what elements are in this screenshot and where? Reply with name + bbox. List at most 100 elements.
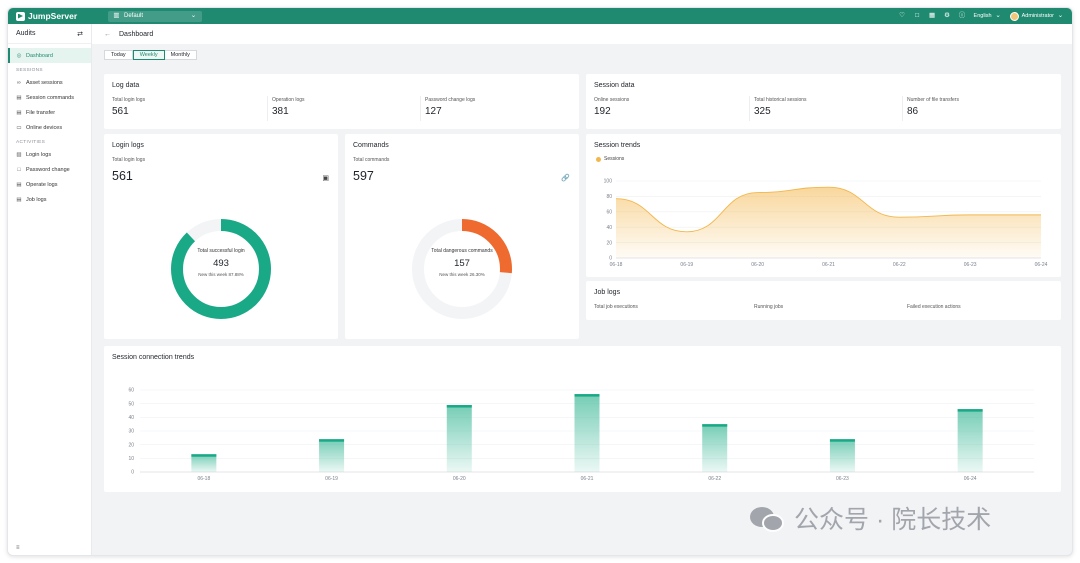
sidebar-item-login-logs[interactable]: ▨ Login logs bbox=[8, 147, 91, 162]
connection-trends-card: Session connection trends 0 10 20 30 40 50 60 0… bbox=[104, 346, 1061, 492]
tab-today[interactable]: Today bbox=[104, 50, 133, 60]
dashboard-icon: ◎ bbox=[16, 52, 22, 59]
card-title: Session data bbox=[594, 82, 635, 89]
donut-note: New this week 26.30% bbox=[439, 272, 485, 277]
help-icon[interactable]: ⓘ bbox=[959, 12, 966, 20]
sidebar-item-label: Password change bbox=[26, 166, 70, 173]
sidebar-section-activities: ACTIVITIES bbox=[16, 140, 46, 145]
x-tick-label: 06-24 bbox=[1035, 262, 1048, 268]
sidebar-item-label: Job logs bbox=[26, 196, 47, 203]
sidebar-item-label: Asset sessions bbox=[26, 79, 63, 86]
stat-label: Total login logs bbox=[112, 97, 146, 103]
stat-password-change-logs: Password change logs 127 bbox=[425, 97, 475, 117]
y-tick-label: 60 bbox=[128, 388, 134, 394]
bar-cap bbox=[319, 439, 345, 442]
commands-donut-chart bbox=[412, 219, 512, 319]
donut-value: 157 bbox=[454, 258, 470, 269]
organization-select[interactable]: ▥ Default ⌄ bbox=[108, 10, 202, 22]
sidebar-item-operate-logs[interactable]: ▤ Operate logs bbox=[8, 177, 91, 192]
job-icon: ▤ bbox=[16, 196, 22, 203]
tab-weekly[interactable]: Weekly bbox=[132, 50, 165, 60]
x-tick-label: 06-22 bbox=[708, 476, 721, 482]
sidebar-item-password-change[interactable]: □ Password change bbox=[8, 162, 91, 177]
language-select[interactable]: English ⌄ bbox=[973, 12, 1002, 20]
sidebar-item-file-transfer[interactable]: ▤ File transfer bbox=[8, 105, 91, 120]
sidebar-item-job-logs[interactable]: ▤ Job logs bbox=[8, 192, 91, 207]
y-tick-label: 20 bbox=[606, 240, 612, 246]
stat-label: Password change logs bbox=[425, 97, 476, 103]
settings-gear-icon[interactable]: ⚙ bbox=[944, 12, 951, 20]
stat-label: Online sessions bbox=[594, 97, 630, 103]
sidebar-section-sessions: SESSIONS bbox=[16, 68, 43, 73]
sidebar-header: Audits ⇄ bbox=[8, 24, 91, 44]
y-tick-label: 40 bbox=[128, 415, 134, 421]
bar bbox=[702, 424, 728, 472]
stat-online-sessions: Online sessions 192 bbox=[594, 97, 629, 117]
sidebar-item-asset-sessions[interactable]: ∞ Asset sessions bbox=[8, 75, 91, 90]
log-data-card: Log data Total login logs 561 Operation … bbox=[104, 74, 579, 129]
back-arrow-icon[interactable]: ← bbox=[104, 31, 111, 38]
x-tick-label: 06-23 bbox=[836, 476, 849, 482]
operate-icon: ▤ bbox=[16, 181, 22, 188]
bar-cap bbox=[191, 454, 217, 457]
file-manager-icon[interactable]: ▦ bbox=[929, 12, 936, 20]
terminal-icon: ▤ bbox=[16, 94, 22, 101]
sidebar-title: Audits bbox=[16, 30, 36, 37]
sidebar-item-session-commands[interactable]: ▤ Session commands bbox=[8, 90, 91, 105]
sidebar-item-label: Dashboard bbox=[26, 52, 53, 59]
x-tick-label: 06-24 bbox=[964, 476, 977, 482]
y-tick-label: 50 bbox=[128, 401, 134, 407]
organization-value: Default bbox=[124, 13, 144, 19]
y-tick-label: 80 bbox=[606, 194, 612, 200]
divider bbox=[420, 96, 421, 121]
bar-cap bbox=[957, 409, 983, 412]
collapse-sidebar-icon[interactable]: ≡ bbox=[16, 545, 20, 551]
stat-operation-logs: Operation logs 381 bbox=[272, 97, 305, 117]
sidebar-item-label: Operate logs bbox=[26, 181, 58, 188]
app-logo[interactable]: JumpServer bbox=[16, 11, 108, 21]
language-value: English bbox=[973, 13, 992, 19]
divider bbox=[267, 96, 268, 121]
login-icon: ▨ bbox=[16, 151, 22, 158]
y-tick-label: 60 bbox=[606, 210, 612, 216]
commands-card: Commands Total commands 597 🔗 Total dang… bbox=[345, 134, 579, 339]
web-terminal-icon[interactable]: □ bbox=[914, 12, 921, 20]
bar-cap bbox=[829, 439, 855, 442]
y-tick-label: 100 bbox=[604, 179, 613, 185]
user-name: Administrator bbox=[1021, 13, 1054, 19]
stat-failed-execution-actions: Failed execution actions bbox=[907, 304, 961, 310]
main-content: ← Dashboard Today Weekly Monthly Log dat… bbox=[92, 24, 1072, 555]
stat-label: Running jobs bbox=[754, 304, 784, 310]
wechat-logo-icon bbox=[748, 503, 788, 533]
avatar bbox=[1009, 11, 1019, 21]
sidebar-item-online-devices[interactable]: ▭ Online devices bbox=[8, 120, 91, 135]
stat-total-login-logs: Total login logs 561 bbox=[112, 97, 145, 117]
bar bbox=[319, 439, 345, 472]
stat-label: Operation logs bbox=[272, 97, 305, 103]
x-tick-label: 06-20 bbox=[751, 262, 764, 268]
switch-view-icon[interactable]: ⇄ bbox=[77, 30, 83, 38]
tab-monthly[interactable]: Monthly bbox=[164, 50, 197, 60]
sidebar-item-label: File transfer bbox=[26, 109, 56, 116]
sidebar: Audits ⇄ ◎ Dashboard SESSIONS ∞ Asset se… bbox=[8, 24, 92, 555]
stat-file-transfers: Number of file transfers 86 bbox=[907, 97, 959, 117]
notification-bell-icon[interactable]: ♡ bbox=[899, 12, 906, 20]
x-tick-label: 06-21 bbox=[581, 476, 594, 482]
organization-icon: ▥ bbox=[113, 11, 120, 19]
stat-total-job-executions: Total job executions bbox=[594, 304, 638, 310]
job-logs-card: Job logs Total job executions Running jo… bbox=[586, 281, 1061, 320]
x-tick-label: 06-18 bbox=[610, 262, 623, 268]
app-name: JumpServer bbox=[28, 11, 78, 21]
sidebar-item-label: Session commands bbox=[26, 94, 74, 101]
stat-total-historical-sessions: Total historical sessions 325 bbox=[754, 97, 807, 117]
user-menu[interactable]: Administrator ⌄ bbox=[1009, 11, 1064, 21]
sidebar-item-dashboard[interactable]: ◎ Dashboard bbox=[8, 48, 91, 63]
stat-value: 325 bbox=[754, 106, 771, 117]
y-tick-label: 20 bbox=[128, 442, 134, 448]
chevron-down-icon: ⌄ bbox=[190, 11, 197, 19]
donut-value: 493 bbox=[213, 258, 229, 269]
period-tabs: Today Weekly Monthly bbox=[104, 50, 197, 60]
top-bar: JumpServer ▥ Default ⌄ ♡ □ ▦ ⚙ ⓘ English… bbox=[8, 8, 1072, 24]
bar bbox=[957, 409, 983, 472]
bar-cap bbox=[446, 405, 472, 408]
